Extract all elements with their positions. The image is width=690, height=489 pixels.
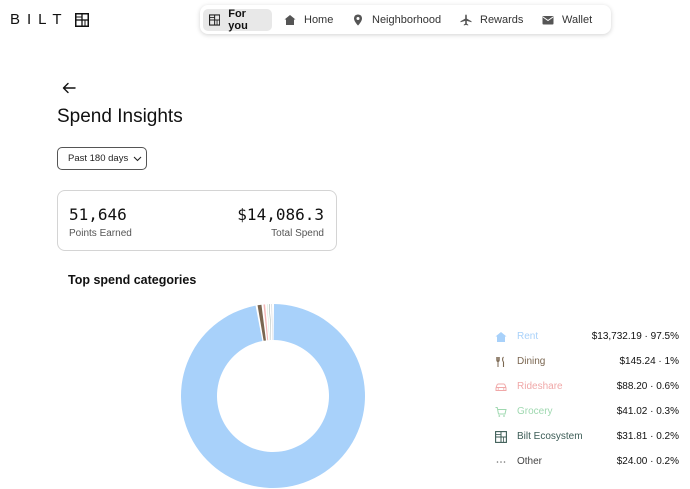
stats-card: 51,646 Points Earned $14,086.3 Total Spe… [57, 190, 337, 251]
legend-value: $31.81 · 0.2% [616, 431, 679, 442]
nav-label: For you [228, 7, 248, 32]
house-icon [495, 331, 507, 343]
nav-item-rewards[interactable]: Rewards [454, 9, 532, 31]
legend-name: Dining [517, 356, 546, 367]
legend-row-other[interactable]: Other $24.00 · 0.2% [495, 449, 679, 474]
grid-icon [495, 430, 507, 443]
cart-icon [495, 406, 507, 418]
nav-label: Wallet [562, 13, 593, 26]
fork-knife-icon [495, 356, 507, 368]
legend-name: Bilt Ecosystem [517, 431, 583, 442]
total-spend-stat: $14,086.3 Total Spend [237, 205, 324, 239]
legend-value: $88.20 · 0.6% [616, 381, 679, 392]
ellipsis-icon [495, 456, 507, 468]
points-value: 51,646 [69, 205, 127, 224]
nav-label: Home [304, 13, 334, 26]
period-label: Past 180 days [68, 153, 129, 164]
chevron-down-icon [133, 156, 142, 162]
slice-rent[interactable] [180, 304, 365, 488]
spend-donut-chart [180, 304, 365, 488]
category-legend: Rent $13,732.19 · 97.5% Dining $145.24 ·… [495, 324, 679, 474]
legend-row-bilt-ecosystem[interactable]: Bilt Ecosystem $31.81 · 0.2% [495, 424, 679, 449]
grid-icon [209, 13, 221, 26]
brand-name: BILT [10, 11, 69, 28]
slice-other[interactable] [271, 304, 273, 341]
section-title: Top spend categories [68, 273, 197, 287]
map-pin-icon [354, 14, 362, 25]
slice-bilt-ecosystem[interactable] [269, 304, 271, 341]
house-icon [284, 14, 296, 25]
nav-label: Neighborhood [372, 13, 442, 26]
envelope-icon [542, 15, 554, 24]
nav-item-wallet[interactable]: Wallet [536, 9, 602, 31]
car-icon [495, 381, 507, 393]
legend-row-rent[interactable]: Rent $13,732.19 · 97.5% [495, 324, 679, 349]
legend-value: $41.02 · 0.3% [616, 406, 679, 417]
legend-name: Grocery [517, 406, 553, 417]
legend-value: $13,732.19 · 97.5% [591, 331, 679, 342]
legend-row-rideshare[interactable]: Rideshare $88.20 · 0.6% [495, 374, 679, 399]
legend-value: $145.24 · 1% [619, 356, 680, 367]
legend-name: Other [517, 456, 543, 467]
top-navigation: For you Home Neighborhood Rewards Wallet [200, 5, 611, 34]
legend-value: $24.00 · 0.2% [616, 456, 679, 467]
points-label: Points Earned [69, 228, 132, 239]
legend-name: Rideshare [517, 381, 563, 392]
page-title: Spend Insights [57, 106, 183, 127]
legend-row-grocery[interactable]: Grocery $41.02 · 0.3% [495, 399, 679, 424]
legend-name: Rent [517, 331, 539, 342]
nav-item-for-you[interactable]: For you [203, 7, 272, 32]
bilt-logo[interactable]: BILT [10, 11, 89, 28]
points-earned-stat: 51,646 Points Earned [69, 205, 132, 239]
bilt-grid-icon [74, 12, 89, 27]
period-dropdown[interactable]: Past 180 days [57, 147, 147, 170]
nav-item-neighborhood[interactable]: Neighborhood [346, 9, 450, 31]
airplane-icon [460, 14, 472, 25]
nav-item-home[interactable]: Home [278, 9, 342, 31]
nav-label: Rewards [480, 13, 524, 26]
legend-row-dining[interactable]: Dining $145.24 · 1% [495, 349, 679, 374]
spend-label: Total Spend [271, 228, 324, 239]
back-arrow-icon[interactable] [61, 80, 77, 96]
spend-value: $14,086.3 [237, 205, 324, 224]
